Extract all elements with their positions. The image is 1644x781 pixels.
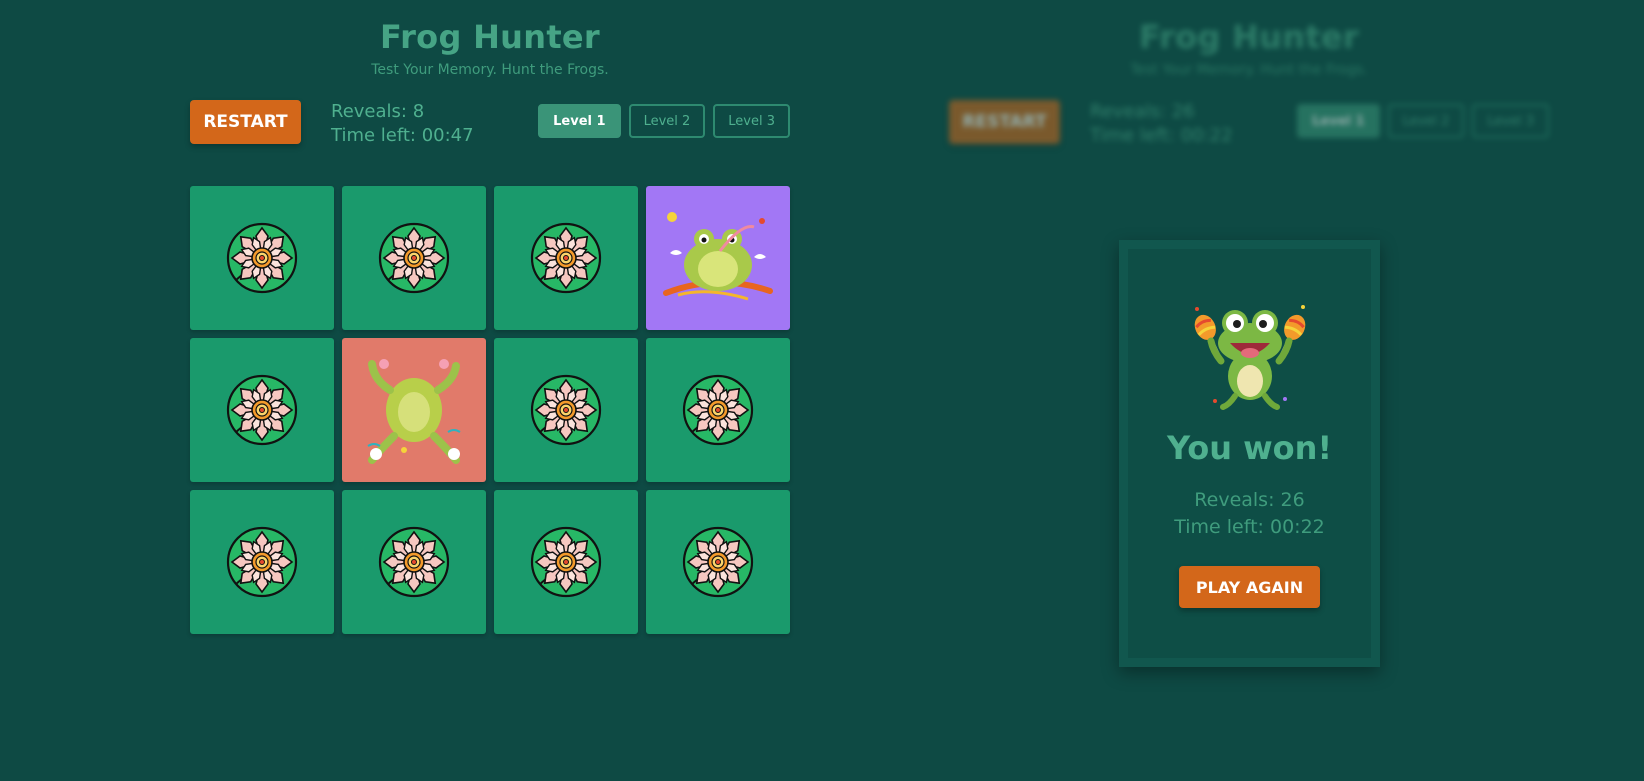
background-level-1-button: Level 1 [1297, 104, 1380, 138]
win-stats: Reveals: 26 Time left: 00:22 [1174, 487, 1325, 541]
win-heading: You won! [1166, 429, 1333, 467]
revealed-card[interactable] [342, 338, 486, 482]
lotus-icon [226, 526, 298, 598]
game-stats: Reveals: 8 Time left: 00:47 [331, 100, 474, 148]
lotus-icon [378, 526, 450, 598]
hidden-card[interactable] [190, 338, 334, 482]
background-game-panel: Frog Hunter Test Your Memory. Hunt the F… [949, 0, 1549, 170]
lotus-icon [682, 526, 754, 598]
card-grid [190, 186, 790, 634]
lotus-icon [226, 374, 298, 446]
frog-maracas-icon [1185, 301, 1315, 417]
background-stats: Reveals: 26 Time left: 00:22 [1090, 100, 1233, 148]
hidden-card[interactable] [494, 186, 638, 330]
background-subtitle: Test Your Memory. Hunt the Frogs. [1130, 62, 1368, 78]
hidden-card[interactable] [494, 490, 638, 634]
background-time-left: Time left: 00:22 [1090, 125, 1233, 146]
controls-bar: RESTART Reveals: 8 Time left: 00:47 Leve… [190, 100, 790, 170]
lotus-icon [530, 374, 602, 446]
win-time-left: Time left: 00:22 [1174, 516, 1325, 538]
lotus-icon [226, 222, 298, 294]
win-modal: You won! Reveals: 26 Time left: 00:22 PL… [1119, 240, 1380, 667]
background-level-3-button: Level 3 [1472, 104, 1549, 138]
level-1-button[interactable]: Level 1 [538, 104, 621, 138]
game-panel: Frog Hunter Test Your Memory. Hunt the F… [190, 0, 790, 634]
time-left: Time left: 00:47 [331, 125, 474, 146]
frog-jumping-icon [354, 350, 474, 470]
revealed-card[interactable] [646, 186, 790, 330]
hidden-card[interactable] [342, 490, 486, 634]
background-controls: RESTART Reveals: 26 Time left: 00:22 Lev… [949, 100, 1549, 170]
hidden-card[interactable] [494, 338, 638, 482]
level-3-button[interactable]: Level 3 [713, 104, 790, 138]
hidden-card[interactable] [646, 338, 790, 482]
background-level-selector: Level 1 Level 2 Level 3 [1297, 104, 1549, 138]
restart-button[interactable]: RESTART [190, 100, 301, 144]
page-title: Frog Hunter [379, 18, 601, 56]
hidden-card[interactable] [190, 490, 334, 634]
page-subtitle: Test Your Memory. Hunt the Frogs. [371, 62, 609, 78]
level-selector: Level 1 Level 2 Level 3 [538, 104, 790, 138]
lotus-icon [378, 222, 450, 294]
background-reveals: Reveals: 26 [1090, 101, 1195, 122]
background-restart-button: RESTART [949, 100, 1060, 144]
win-reveals: Reveals: 26 [1194, 489, 1305, 511]
play-again-button[interactable]: PLAY AGAIN [1179, 566, 1320, 608]
lotus-icon [530, 526, 602, 598]
background-level-2-button: Level 2 [1387, 104, 1465, 138]
hidden-card[interactable] [190, 186, 334, 330]
lotus-icon [530, 222, 602, 294]
lotus-icon [682, 374, 754, 446]
frog-on-branch-icon [658, 203, 778, 313]
level-2-button[interactable]: Level 2 [628, 104, 706, 138]
background-title: Frog Hunter [1138, 18, 1360, 56]
hidden-card[interactable] [342, 186, 486, 330]
hidden-card[interactable] [646, 490, 790, 634]
reveals-count: Reveals: 8 [331, 101, 425, 122]
